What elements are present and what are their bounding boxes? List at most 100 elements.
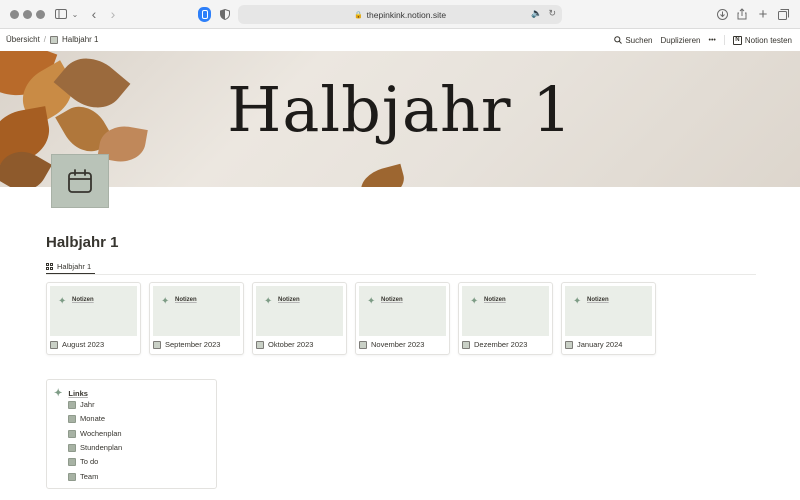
gallery-card[interactable]: ✦ Notizen Dezember 2023 [458,282,553,355]
link-item-wochenplan[interactable]: Wochenplan [68,429,122,438]
search-button[interactable]: Suchen [614,36,652,45]
topbar-divider [723,35,725,45]
page-icon-small [68,429,76,438]
gallery-grid-icon [46,262,53,270]
gallery-card[interactable]: ✦ Notizen September 2023 [149,282,244,355]
card-preview: ✦ Notizen [359,286,446,336]
share-icon[interactable] [736,6,748,22]
links-heading-text: Links [68,389,88,398]
page-icon-small [68,443,76,452]
tab-overview-icon[interactable] [777,6,789,22]
speaker-icon[interactable]: 🔈 [531,8,542,19]
card-title-text: September 2023 [165,340,221,349]
try-notion-button[interactable]: N Notion testen [732,35,792,45]
link-label: To do [80,457,99,466]
card-title-text: November 2023 [371,340,425,349]
leaf-decoration [356,163,409,187]
new-tab-icon[interactable]: + [757,6,769,23]
breadcrumb-separator: / [43,35,47,44]
page-icon-small [68,400,76,409]
card-title: November 2023 [359,340,424,349]
calendar-icon [153,340,161,349]
card-title: August 2023 [50,340,104,349]
sparkle-icon: ✦ [161,296,170,307]
link-item-monate[interactable]: Monate [68,414,105,423]
sparkle-icon: ✦ [470,296,479,307]
gallery-card[interactable]: ✦ Notizen November 2023 [355,282,450,355]
sparkle-icon: ✦ [367,296,376,307]
card-preview-label[interactable]: Notizen [278,297,300,303]
page-icon[interactable] [51,154,109,208]
card-preview: ✦ Notizen [256,286,343,336]
more-options-button[interactable]: ••• [709,37,716,44]
download-icon[interactable] [716,6,728,22]
card-title: September 2023 [153,340,220,349]
card-title: Dezember 2023 [462,340,527,349]
duplicate-button[interactable]: Duplizieren [660,36,700,45]
gallery-card[interactable]: ✦ Notizen August 2023 [46,282,141,355]
reload-icon[interactable]: ↻ [548,8,556,19]
calendar-icon [462,340,470,349]
cover-title: Halbjahr 1 [227,73,573,146]
notion-logo-icon: N [732,35,742,45]
notion-topbar: Übersicht / Halbjahr 1 Suchen Dupliziere… [0,29,800,51]
view-tab-label: Halbjahr 1 [57,261,92,271]
sparkle-icon: ✦ [573,296,582,307]
card-preview-label[interactable]: Notizen [381,297,403,303]
card-preview-label[interactable]: Notizen [72,297,94,303]
card-title-text: Oktober 2023 [268,340,314,349]
close-window-button[interactable] [10,10,19,19]
link-item-jahr[interactable]: Jahr [68,400,95,409]
chevron-down-icon[interactable]: ⌄ [71,6,79,22]
forward-button[interactable]: › [107,6,119,22]
zoom-window-button[interactable] [36,10,45,19]
try-notion-label: Notion testen [744,35,792,45]
search-icon [614,36,623,44]
link-item-todo[interactable]: To do [68,457,98,466]
card-title: Oktober 2023 [256,340,313,349]
tab-gallery-view[interactable]: Halbjahr 1 [46,259,96,275]
link-label: Stundenplan [80,443,123,452]
card-preview: ✦ Notizen [153,286,240,336]
link-label: Monate [80,414,106,423]
lock-icon: 🔒 [353,11,363,19]
view-tab-divider [46,274,756,275]
privacy-shield-icon[interactable] [219,6,231,22]
link-label: Jahr [80,400,95,409]
link-item-stundenplan[interactable]: Stundenplan [68,443,122,452]
calendar-icon [68,169,92,193]
calendar-icon [50,35,59,44]
card-preview-label[interactable]: Notizen [484,297,506,303]
back-button[interactable]: ‹ [88,6,100,22]
gallery: ✦ Notizen August 2023 ✦ Notizen Septembe… [46,282,656,355]
url-text: thepinkink.notion.site [366,9,447,20]
page-cover: Halbjahr 1 [0,51,800,187]
card-title: January 2024 [565,340,622,349]
breadcrumb-root[interactable]: Übersicht [6,35,40,44]
sidebar-toggle-icon[interactable] [54,6,68,22]
calendar-icon [359,340,367,349]
page-icon-small [68,457,76,466]
gallery-card[interactable]: ✦ Notizen January 2024 [561,282,656,355]
card-title-text: January 2024 [577,340,623,349]
card-preview-label[interactable]: Notizen [175,297,197,303]
card-preview-label[interactable]: Notizen [587,297,609,303]
bitwarden-shield-icon[interactable] [198,7,211,22]
calendar-icon [50,340,58,349]
browser-toolbar: ⌄ ‹ › 🔒 thepinkink.notion.site 🔈 ↻ + [0,0,800,29]
card-title-text: Dezember 2023 [474,340,528,349]
links-heading[interactable]: ✦ Links [54,388,88,399]
sparkle-icon: ✦ [264,296,273,307]
link-label: Team [80,472,99,481]
address-bar[interactable]: 🔒 thepinkink.notion.site 🔈 ↻ [238,5,562,24]
page-title: Halbjahr 1 [46,234,119,251]
calendar-icon [256,340,264,349]
links-block: ✦ Links Jahr Monate Wochenplan Stundenpl… [46,379,217,489]
gallery-card[interactable]: ✦ Notizen Oktober 2023 [252,282,347,355]
breadcrumb-current-page[interactable]: Halbjahr 1 [62,35,98,44]
link-label: Wochenplan [80,429,122,438]
page-icon-small [68,472,76,481]
minimize-window-button[interactable] [23,10,32,19]
link-item-team[interactable]: Team [68,472,98,481]
sparkle-icon: ✦ [54,388,63,399]
